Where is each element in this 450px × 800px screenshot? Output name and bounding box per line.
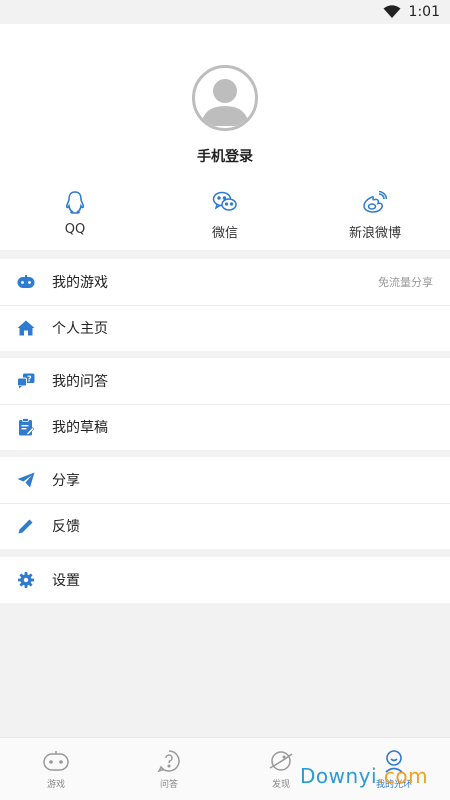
watermark-domain: .com	[377, 764, 429, 788]
menu-item-my-games[interactable]: 我的游戏 免流量分享	[0, 259, 450, 305]
home-icon	[17, 319, 35, 337]
wifi-icon	[383, 5, 401, 19]
game-tab-icon	[43, 748, 69, 774]
watermark-text: Downyi	[300, 764, 378, 788]
social-label-wechat: 微信	[211, 226, 238, 241]
social-label-qq: QQ	[64, 222, 86, 237]
menu-label: 个人主页	[52, 321, 108, 337]
tab-label: 发现	[271, 780, 290, 790]
social-login-wechat[interactable]: 微信	[150, 189, 300, 241]
default-avatar-icon[interactable]	[192, 65, 258, 131]
tab-label: 问答	[159, 780, 178, 790]
menu-label: 我的游戏	[52, 275, 108, 291]
menu-item-my-qa[interactable]: ? 我的问答	[0, 358, 450, 404]
qa-icon: ?	[17, 372, 35, 390]
menu-group-content: ? 我的问答 我的草稿	[0, 358, 450, 450]
menu-label: 我的草稿	[52, 420, 108, 436]
wechat-icon	[212, 189, 238, 215]
status-bar: 1:01	[0, 0, 450, 24]
phone-login-label[interactable]: 手机登录	[0, 146, 450, 166]
gear-icon	[17, 571, 35, 589]
menu-label: 分享	[52, 473, 80, 489]
social-login-weibo[interactable]: 新浪微博	[300, 189, 450, 241]
menu-item-settings[interactable]: 设置	[0, 557, 450, 603]
gamepad-icon	[17, 273, 35, 291]
menu-item-feedback[interactable]: 反馈	[0, 503, 450, 549]
status-time: 1:01	[408, 4, 440, 20]
menu-label: 设置	[52, 573, 80, 589]
menu-item-share[interactable]: 分享	[0, 457, 450, 503]
pencil-icon	[17, 517, 35, 535]
svg-text:?: ?	[27, 375, 32, 384]
watermark-logo: Downyi.com	[300, 764, 428, 788]
qq-icon	[64, 189, 86, 215]
question-tab-icon	[157, 748, 181, 774]
menu-group-games: 我的游戏 免流量分享 个人主页	[0, 259, 450, 351]
send-icon	[17, 471, 35, 489]
weibo-icon	[362, 189, 388, 215]
menu-item-homepage[interactable]: 个人主页	[0, 305, 450, 351]
tab-label: 游戏	[46, 780, 65, 790]
profile-header: 手机登录 QQ 微信 新浪微博	[0, 24, 450, 250]
social-label-weibo: 新浪微博	[348, 226, 401, 241]
menu-group-share: 分享 反馈	[0, 457, 450, 549]
draft-icon	[17, 418, 35, 436]
menu-label: 我的问答	[52, 374, 108, 390]
menu-label: 反馈	[52, 519, 80, 535]
discover-tab-icon	[268, 748, 294, 774]
free-data-share-link[interactable]: 免流量分享	[378, 274, 433, 290]
menu-item-my-drafts[interactable]: 我的草稿	[0, 404, 450, 450]
social-login-qq[interactable]: QQ	[0, 189, 150, 241]
tab-qa[interactable]: 问答	[113, 738, 225, 800]
tab-games[interactable]: 游戏	[0, 738, 112, 800]
menu-group-settings: 设置	[0, 557, 450, 603]
